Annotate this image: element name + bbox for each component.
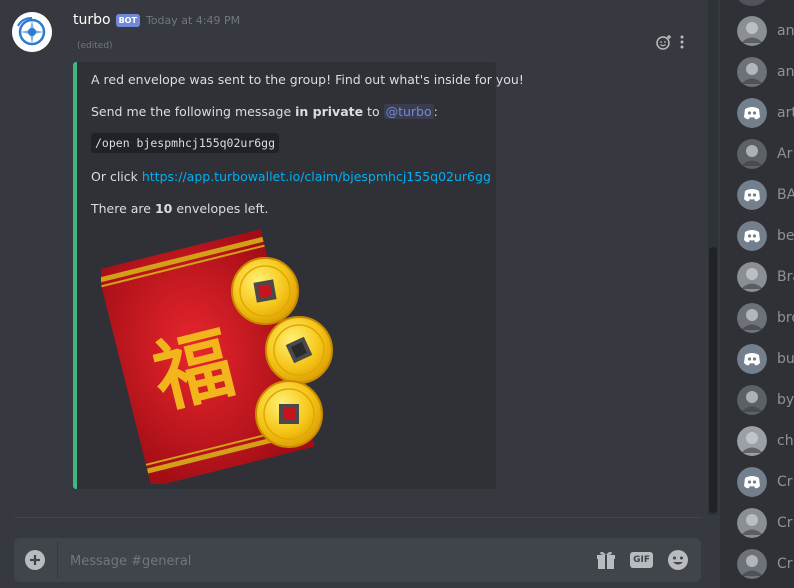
member-name: Ar xyxy=(777,146,793,162)
embed-line-remaining: There are 10 envelopes left. xyxy=(91,201,269,216)
bot-avatar[interactable] xyxy=(12,12,52,52)
embed-line-announcement: A red envelope was sent to the group! Fi… xyxy=(91,72,524,87)
user-avatar xyxy=(737,57,767,87)
composer-tools: GIF xyxy=(596,549,689,571)
member-name: art xyxy=(777,105,794,121)
member-name: be xyxy=(777,228,794,244)
red-envelope-image[interactable]: 福 xyxy=(101,224,336,484)
member-name: an xyxy=(777,23,794,39)
coin-3-icon xyxy=(255,380,323,448)
remaining-prefix: There are xyxy=(91,201,155,216)
command-code: /open bjespmhcj155q02ur6gg xyxy=(91,133,280,153)
composer-divider xyxy=(14,517,702,518)
chat-panel: turbo BOT Today at 4:49 PM (edited) A re… xyxy=(0,0,718,588)
embed: A red envelope was sent to the group! Fi… xyxy=(73,62,524,489)
author-name[interactable]: turbo xyxy=(73,12,111,28)
instruction-mid: to xyxy=(363,104,384,119)
member-item[interactable]: be xyxy=(737,221,794,251)
gif-button[interactable]: GIF xyxy=(630,552,653,568)
member-name: bu xyxy=(777,351,794,367)
composer-separator xyxy=(57,542,58,578)
more-options-icon[interactable] xyxy=(680,35,684,49)
member-avatar-partial xyxy=(737,0,767,6)
member-name: Bra xyxy=(777,269,794,285)
member-item[interactable]: by xyxy=(737,385,794,415)
coin-1-icon xyxy=(231,257,299,325)
member-item[interactable]: bu xyxy=(737,344,794,374)
user-avatar xyxy=(737,303,767,333)
member-item[interactable]: bro xyxy=(737,303,794,333)
message-input[interactable] xyxy=(68,538,572,584)
member-item[interactable]: Cr xyxy=(737,467,793,497)
member-name: Cr xyxy=(777,515,793,531)
instruction-prefix: Send me the following message xyxy=(91,104,296,119)
bot-tag: BOT xyxy=(115,13,140,27)
member-item[interactable]: an xyxy=(737,57,794,87)
discord-logo-icon xyxy=(737,98,767,128)
member-list: an an art Ar BA be Bra bro bu by che Cr Cr Cr xyxy=(720,0,794,588)
gift-icon[interactable] xyxy=(596,550,616,570)
instruction-bold: in private xyxy=(295,104,364,119)
user-avatar xyxy=(737,549,767,579)
remaining-suffix: envelopes left. xyxy=(172,201,269,216)
emoji-icon[interactable] xyxy=(667,549,689,571)
user-avatar xyxy=(737,508,767,538)
instruction-suffix: : xyxy=(433,104,438,119)
member-name: BA xyxy=(777,187,794,203)
message-timestamp: Today at 4:49 PM xyxy=(145,13,241,27)
user-mention[interactable]: @turbo xyxy=(383,104,434,119)
add-reaction-icon[interactable] xyxy=(656,34,672,50)
chat-scrollbar-thumb[interactable] xyxy=(709,247,717,513)
user-avatar xyxy=(737,426,767,456)
member-name: bro xyxy=(777,310,794,326)
member-name: Cr xyxy=(777,556,793,572)
edited-label: (edited) xyxy=(77,41,113,51)
link-prefix: Or click xyxy=(91,169,142,184)
member-name: Cr xyxy=(777,474,793,490)
message-composer: GIF xyxy=(14,538,701,584)
member-item[interactable]: art xyxy=(737,98,794,128)
turbo-logo-icon xyxy=(12,12,52,52)
claim-link[interactable]: https://app.turbowallet.io/claim/bjespmh… xyxy=(142,169,491,184)
member-name: an xyxy=(777,64,794,80)
member-item[interactable]: an xyxy=(737,16,794,46)
user-avatar xyxy=(737,262,767,292)
upload-plus-icon[interactable] xyxy=(25,550,45,570)
message-actions xyxy=(656,34,684,50)
member-item[interactable]: che xyxy=(737,426,794,456)
member-item[interactable]: Cr xyxy=(737,508,793,538)
member-name: by xyxy=(777,392,794,408)
member-item[interactable]: Bra xyxy=(737,262,794,292)
embed-line-link: Or click https://app.turbowallet.io/clai… xyxy=(91,169,491,184)
discord-logo-icon xyxy=(737,180,767,210)
member-item[interactable]: Ar xyxy=(737,139,792,169)
member-item[interactable]: Cr xyxy=(737,549,793,579)
member-name: che xyxy=(777,433,794,449)
message-header: turbo BOT Today at 4:49 PM xyxy=(73,12,240,28)
discord-logo-icon xyxy=(737,467,767,497)
discord-logo-icon xyxy=(737,221,767,251)
discord-logo-icon xyxy=(737,344,767,374)
user-avatar xyxy=(737,385,767,415)
coin-2-icon xyxy=(265,316,333,384)
user-avatar xyxy=(737,16,767,46)
member-item[interactable]: BA xyxy=(737,180,794,210)
embed-line-command: /open bjespmhcj155q02ur6gg xyxy=(91,133,280,153)
embed-line-instruction: Send me the following message in private… xyxy=(91,104,438,119)
user-avatar xyxy=(737,139,767,169)
remaining-count: 10 xyxy=(154,201,173,216)
